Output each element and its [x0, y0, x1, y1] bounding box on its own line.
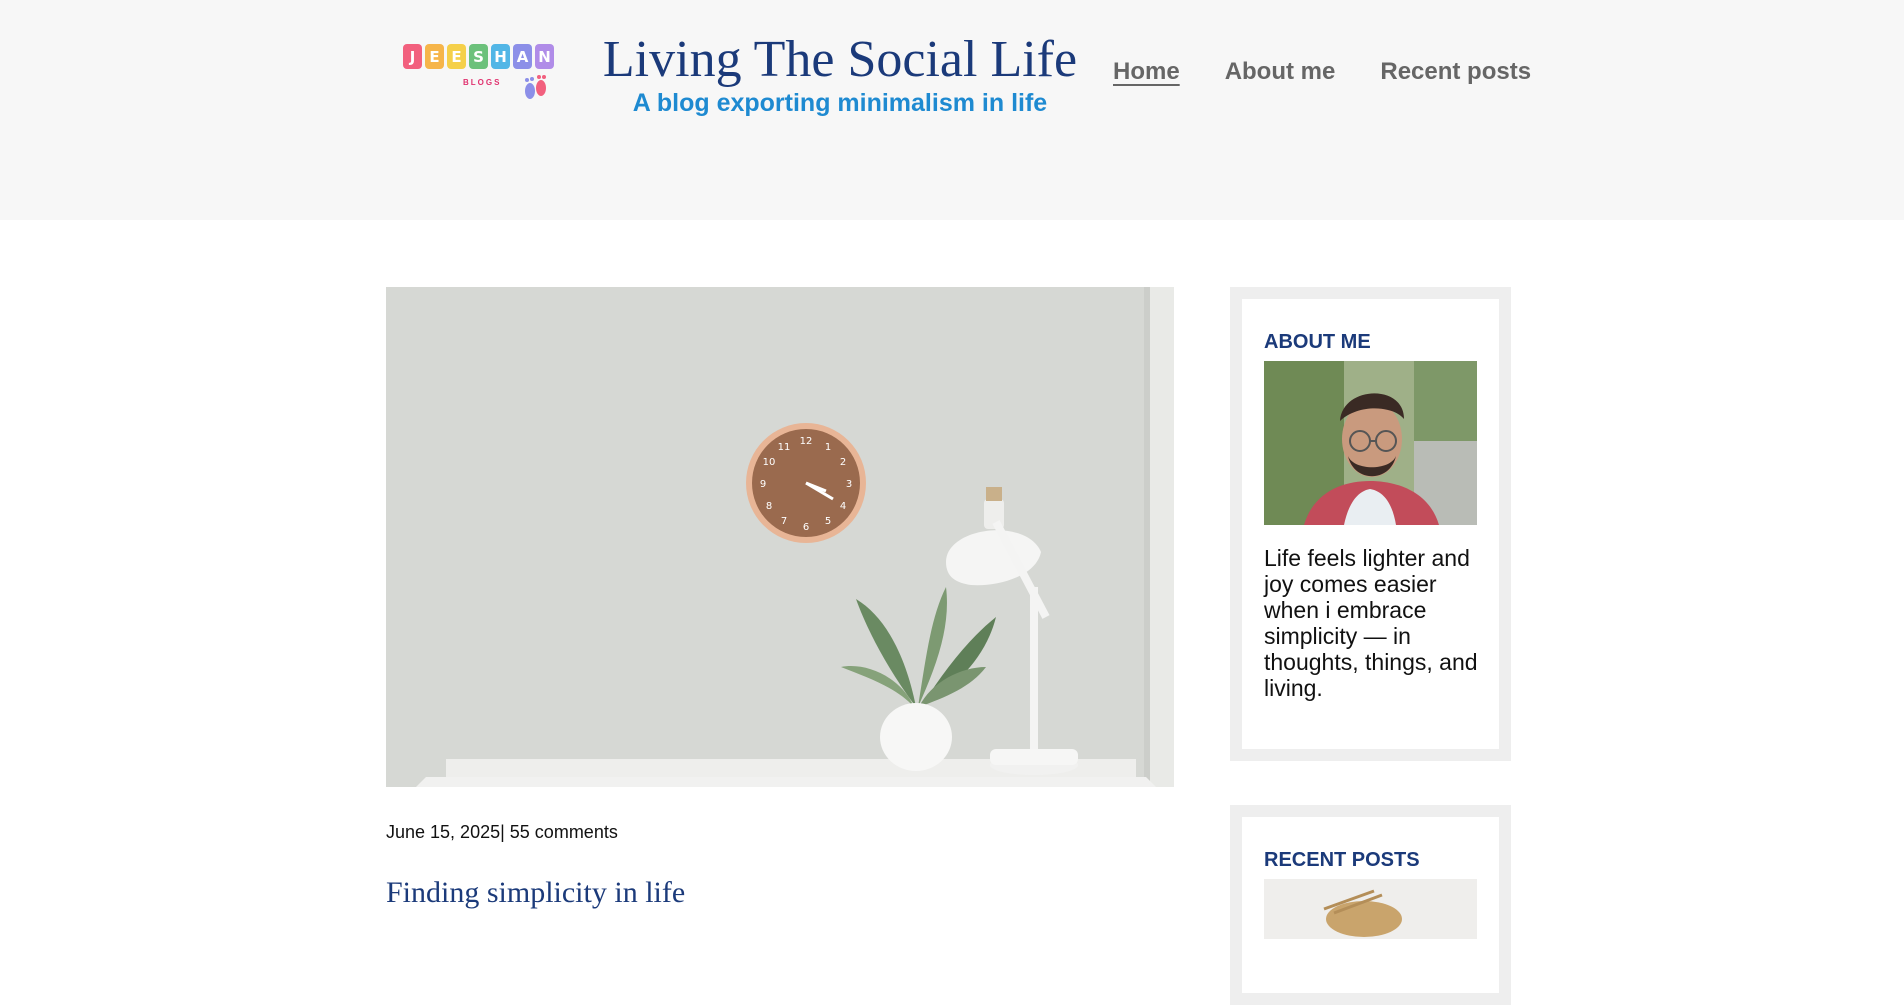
logo-letter: H [491, 44, 510, 69]
site-logo[interactable]: J E E S H A N BLOGS [403, 44, 573, 106]
svg-text:4: 4 [840, 501, 846, 512]
hero-illustration: 12 1 2 3 4 5 6 7 8 9 10 11 [386, 287, 1174, 787]
logo-letter: E [425, 44, 444, 69]
main-nav: Home About me Recent posts [1113, 58, 1531, 86]
svg-text:3: 3 [846, 479, 852, 490]
logo-letter: S [469, 44, 488, 69]
avatar-photo [1264, 361, 1477, 525]
svg-text:2: 2 [840, 457, 846, 468]
post-date: June 15, 2025 [386, 822, 501, 842]
post-featured-image[interactable]: 12 1 2 3 4 5 6 7 8 9 10 11 [386, 287, 1174, 787]
svg-text:11: 11 [778, 442, 791, 453]
logo-letter: N [535, 44, 554, 69]
about-me-widget: ABOUT ME Life feels lighter and joy come… [1230, 287, 1511, 761]
svg-text:7: 7 [781, 516, 787, 527]
svg-text:1: 1 [825, 442, 831, 453]
avatar [1264, 361, 1477, 525]
logo-letter: J [403, 44, 422, 69]
site-header: J E E S H A N BLOGS Living The Social Li… [0, 0, 1904, 220]
footprints-icon [525, 75, 546, 99]
logo-subtitle: BLOGS [463, 78, 502, 87]
post-title[interactable]: Finding simplicity in life [386, 876, 685, 910]
widget-heading: RECENT POSTS [1264, 849, 1420, 871]
about-text: Life feels lighter and joy comes easier … [1264, 545, 1478, 701]
logo-letter: E [447, 44, 466, 69]
recent-post-thumbnail[interactable] [1264, 879, 1477, 939]
svg-text:8: 8 [766, 501, 772, 512]
svg-text:9: 9 [760, 479, 766, 490]
post-comments[interactable]: | 55 comments [500, 822, 618, 842]
nav-home[interactable]: Home [1113, 58, 1180, 86]
site-title: Living The Social Life [602, 31, 1078, 88]
svg-text:5: 5 [825, 516, 831, 527]
logo-letter: A [513, 44, 532, 69]
nav-recent-posts[interactable]: Recent posts [1380, 58, 1531, 86]
svg-text:12: 12 [800, 436, 813, 447]
nav-about-me[interactable]: About me [1225, 58, 1336, 86]
recent-post-image [1264, 879, 1477, 939]
logo-tiles: J E E S H A N [403, 44, 573, 69]
svg-text:6: 6 [803, 522, 809, 533]
recent-posts-widget: RECENT POSTS [1230, 805, 1511, 1005]
svg-text:10: 10 [763, 457, 776, 468]
post-meta: June 15, 2025| 55 comments [386, 822, 618, 843]
site-tagline: A blog exporting minimalism in life [632, 89, 1048, 117]
widget-heading: ABOUT ME [1264, 331, 1371, 353]
